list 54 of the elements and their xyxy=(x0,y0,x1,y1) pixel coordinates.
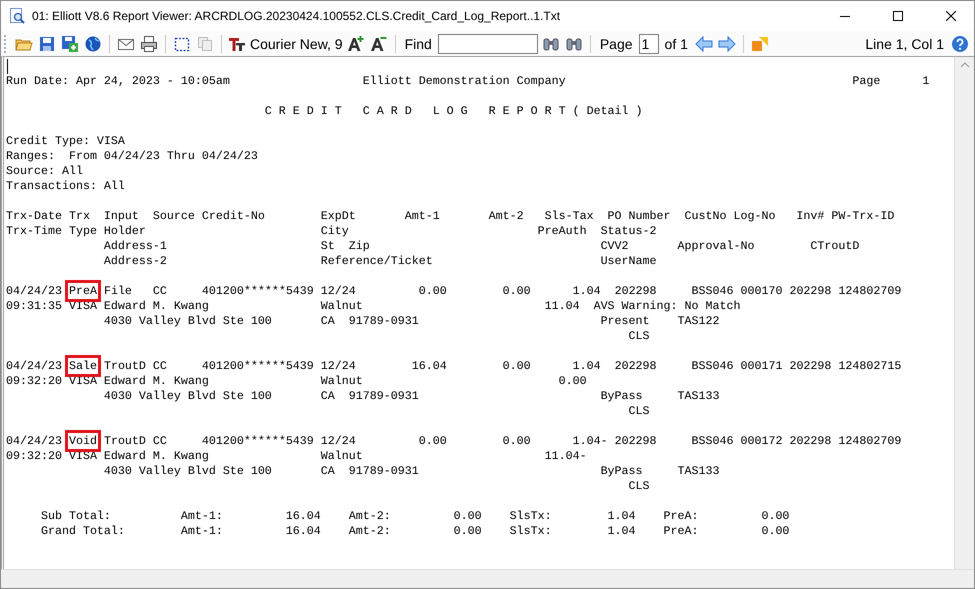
page-count: of 1 xyxy=(664,36,688,52)
save-as-icon xyxy=(61,34,79,52)
smaller-font-icon xyxy=(370,34,388,52)
larger-font-icon xyxy=(346,34,365,52)
report-line: CLS xyxy=(628,404,651,419)
report-viewer-icon xyxy=(9,8,25,24)
report-line: 4030 Valley Blvd Ste 100 CA 91789-0931 Present TAS122 xyxy=(102,314,720,329)
maximize-icon xyxy=(893,11,903,21)
report-line: Run Date: Apr 24, 2023 - 10:05am Elliott Demonstration Company Page 1 xyxy=(6,74,930,89)
print-button[interactable] xyxy=(139,34,159,54)
save-as-button[interactable] xyxy=(60,34,80,54)
report-text: TroutD CC 401200******5439 12/24 0.00 0.00 1.04- 202298 BSS046 000172 202298 124802709 xyxy=(102,434,902,448)
report-line: Ranges: From 04/24/23 Thru 04/24/23 xyxy=(6,149,259,164)
report-line: 4030 Valley Blvd Ste 100 CA 91789-0931 ByPass TAS133 xyxy=(102,389,720,404)
report-line: Trx-Date Trx Input Source Credit-No ExpDt Amt-1 Amt-2 Sls-Tax PO Number CustNo Log-No Inv# PW-Trx-ID xyxy=(6,209,896,224)
increase-font-button[interactable] xyxy=(346,34,366,54)
find-field[interactable] xyxy=(438,34,538,54)
font-button[interactable]: Courier New, 9 xyxy=(228,34,343,54)
printer-icon xyxy=(140,34,158,52)
save-icon xyxy=(38,34,56,52)
report-text: File CC 401200******5439 12/24 0.00 0.00 1.04 202298 BSS046 000170 202298 124802709 xyxy=(102,284,902,298)
export-icon xyxy=(750,34,769,52)
report-line: 4030 Valley Blvd Ste 100 CA 91789-0931 ByPass TAS133 xyxy=(102,464,720,479)
close-icon xyxy=(946,11,956,21)
next-page-button[interactable] xyxy=(716,34,737,54)
report-line: Credit Type: VISA xyxy=(6,134,126,149)
left-arrow-icon xyxy=(694,34,713,52)
page-label: Page xyxy=(600,36,633,52)
report-text: 04/24/23 xyxy=(6,359,63,373)
report-line: C R E D I T C A R D L O G R E P O R T ( Detail ) xyxy=(264,104,644,119)
report-line: CLS xyxy=(628,329,651,344)
window-title: 01: Elliott V8.6 Report Viewer: ARCRDLOG.20230424.100552.CLS.Credit_Card_Log_Report..1.Txt xyxy=(32,9,562,23)
report-line: Transactions: All xyxy=(6,179,126,194)
globe-icon xyxy=(84,34,102,52)
text-cursor xyxy=(7,59,8,74)
report-line: Source: All xyxy=(6,164,84,179)
help-icon xyxy=(951,34,969,52)
report-line: Trx-Time Type Holder City PreAuth Status-2 xyxy=(6,224,658,239)
page-field[interactable]: 1 xyxy=(638,34,659,54)
previous-page-button[interactable] xyxy=(694,34,714,54)
report-line: CLS xyxy=(628,479,651,494)
report-text: 04/24/23 xyxy=(6,284,63,298)
report-line: Sub Total: Amt-1: 16.04 Amt-2: 0.00 SlsTx: 1.04 PreA: 0.00 xyxy=(40,509,790,524)
cursor-position: Line 1, Col 1 xyxy=(865,36,944,52)
find-label: Find xyxy=(404,36,432,52)
report-text: TroutD CC 401200******5439 12/24 16.04 0.00 1.04 202298 BSS046 000171 202298 124802715 xyxy=(102,359,902,373)
web-button[interactable] xyxy=(83,34,103,54)
copy-icon xyxy=(196,34,214,52)
report-line: Grand Total: Amt-1: 16.04 Amt-2: 0.00 SlsTx: 1.04 PreA: 0.00 xyxy=(40,524,790,539)
help-button[interactable] xyxy=(950,34,970,54)
report-text: 04/24/23 xyxy=(6,434,63,448)
right-arrow-icon xyxy=(718,34,736,52)
report-line: Address-1 St Zip CVV2 Approval-No CTroutD xyxy=(102,239,860,254)
report-line: Address-2 Reference/Ticket UserName xyxy=(102,254,658,269)
